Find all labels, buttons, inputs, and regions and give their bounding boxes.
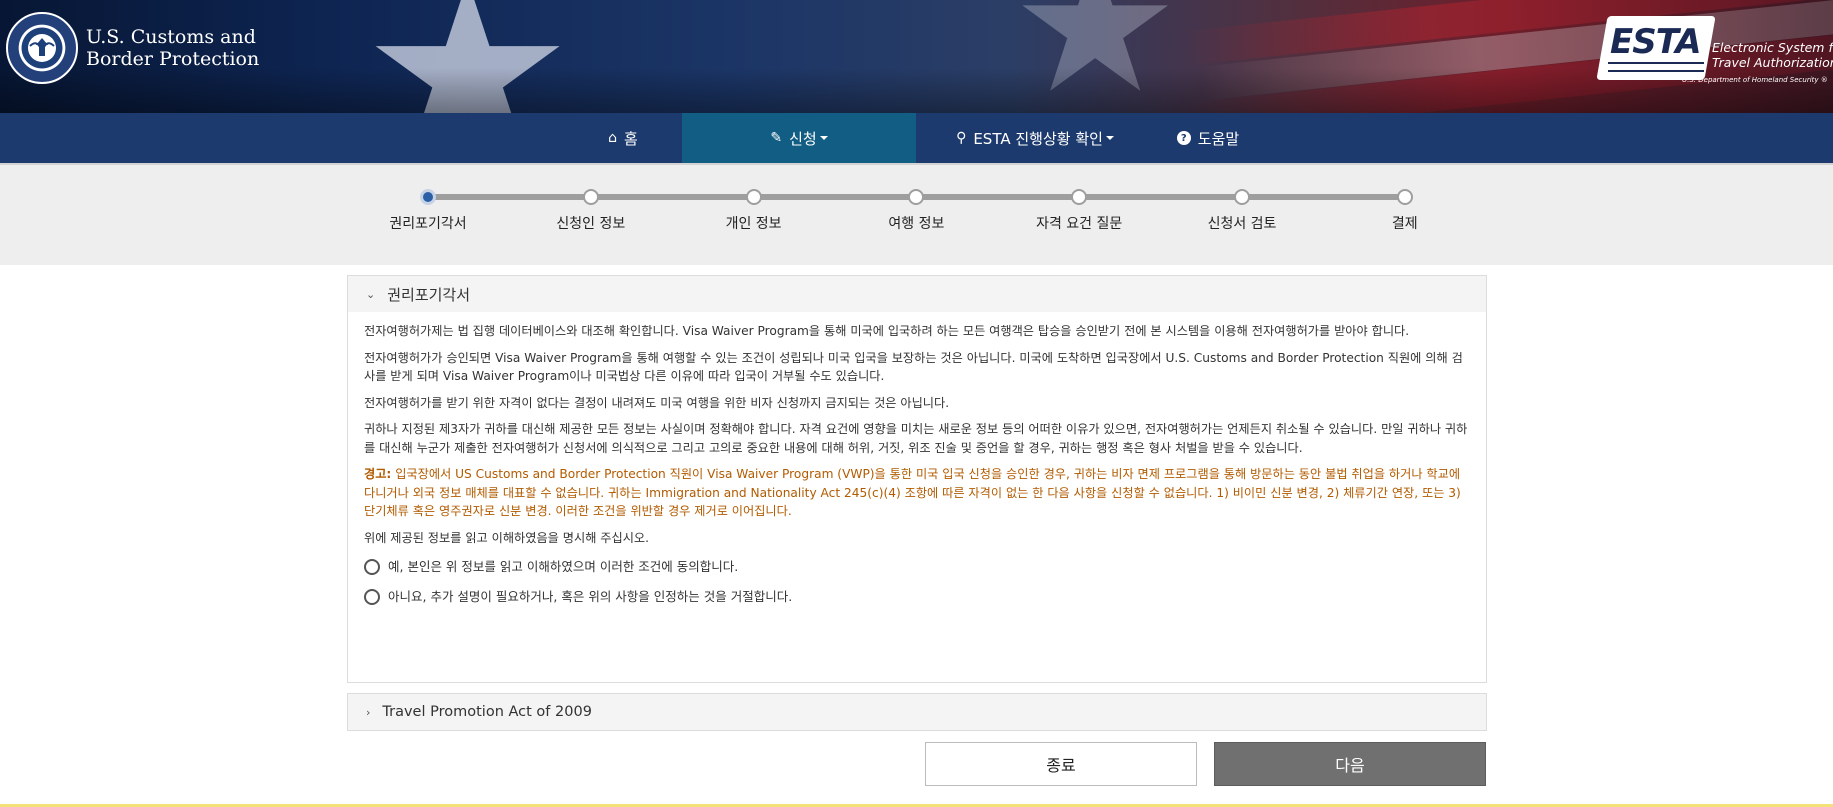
step-label: 여행 정보 [888,216,945,232]
esta-dhs-text: U.S. Department of Homeland Security ® [1682,76,1828,84]
travel-promotion-panel-header[interactable]: › Travel Promotion Act of 2009 [347,693,1487,731]
caret-down-icon [1105,136,1114,140]
agency-name-line1: U.S. Customs and [86,26,256,48]
esta-logo-text: ESTA [1610,22,1702,62]
step-dot [745,189,762,205]
step-label: 자격 요건 질문 [1036,216,1123,232]
step-label: 신청서 검토 [1207,216,1277,232]
caret-down-icon [819,136,828,140]
step-label: 신청인 정보 [556,216,626,232]
exit-button[interactable]: 종료 [925,742,1197,786]
radio-decline[interactable]: 아니요, 추가 설명이 필요하거나, 혹은 위의 사항을 인정하는 것을 거절합… [364,588,1470,607]
radio-agree[interactable]: 예, 본인은 위 정보를 읽고 이해하였으며 이러한 조건에 동의합니다. [364,558,1470,577]
waiver-panel-title: 권리포기각서 [387,285,471,304]
waiver-panel: ⌄ 권리포기각서 전자여행허가제는 법 집행 데이터베이스와 대조해 확인합니다… [347,275,1487,683]
esta-logo[interactable]: ESTA Electronic System for Travel Author… [1596,14,1833,88]
progress-stepper: 권리포기각서 신청인 정보 개인 정보 여행 정보 자격 요건 질문 신청서 검토 결제 [0,163,1833,265]
warning-label: 경고: [364,467,392,481]
step-dot [1234,189,1250,205]
warning-paragraph: 경고: 입국장에서 US Customs and Border Protecti… [364,465,1470,521]
chevron-down-icon: ⌄ [366,287,376,301]
travel-promotion-title: Travel Promotion Act of 2009 [382,704,592,720]
waiver-panel-header[interactable]: ⌄ 권리포기각서 [348,276,1486,312]
nav-apply-label: 신청 [789,129,817,148]
warning-text: 입국장에서 US Customs and Border Protection 직… [364,467,1461,518]
chevron-right-icon: › [366,705,371,719]
nav-help[interactable]: ? 도움말 [1170,113,1246,163]
esta-tagline: Electronic System for Travel Authorizati… [1712,40,1833,70]
waiver-paragraph-1: 전자여행허가제는 법 집행 데이터베이스와 대조해 확인합니다. Visa Wa… [364,324,1410,338]
search-icon: ⚲ [956,130,967,146]
nav-status-label: ESTA 진행상황 확인 [973,129,1103,148]
radio-button[interactable] [364,588,380,605]
pencil-icon: ✎ [770,130,783,146]
next-button[interactable]: 다음 [1214,742,1486,786]
dhs-seal-icon[interactable] [6,12,78,84]
nav-help-label: 도움말 [1197,129,1240,148]
main-navbar: ⌂ 홈 ✎ 신청 ⚲ ESTA 진행상황 확인 ? 도움말 [0,113,1833,163]
step-label: 개인 정보 [725,216,782,232]
step-dot [582,189,599,205]
question-circle-icon: ? [1176,131,1191,145]
step-label: 권리포기각서 [389,216,467,232]
nav-home[interactable]: ⌂ 홈 [590,113,656,163]
nav-home-label: 홈 [624,129,638,148]
waiver-paragraph-4: 귀하나 지정된 제3자가 귀하를 대신해 제공한 모든 정보는 사실이며 정확해… [364,422,1468,455]
step-dot [1071,189,1088,205]
radio-button[interactable] [364,559,380,576]
radio-agree-label[interactable]: 예, 본인은 위 정보를 읽고 이해하였으며 이러한 조건에 동의합니다. [388,558,738,577]
nav-apply[interactable]: ✎ 신청 [682,113,916,163]
nav-status[interactable]: ⚲ ESTA 진행상황 확인 [946,113,1124,163]
step-dot [1396,189,1413,205]
agency-name[interactable]: U.S. Customs and Border Protection [86,26,259,70]
header-banner: ★ ★ U.S. Customs and Border Protection E… [0,0,1833,113]
step-dot [420,189,436,205]
step-label: 결제 [1391,216,1418,232]
waiver-panel-body: 전자여행허가제는 법 집행 데이터베이스와 대조해 확인합니다. Visa Wa… [348,312,1486,606]
acknowledge-prompt: 위에 제공된 정보를 읽고 이해하였음을 명시해 주십시오. [364,530,650,545]
waiver-paragraph-2: 전자여행허가가 승인되면 Visa Waiver Program을 통해 여행할… [364,350,1463,384]
home-icon: ⌂ [608,130,618,146]
step-dot [908,189,925,205]
waiver-paragraph-3: 전자여행허가를 받기 위한 자격이 없다는 결정이 내려져도 미국 여행을 위한… [364,395,950,410]
radio-decline-label[interactable]: 아니요, 추가 설명이 필요하거나, 혹은 위의 사항을 인정하는 것을 거절합… [388,588,792,607]
agency-name-line2: Border Protection [86,48,260,70]
